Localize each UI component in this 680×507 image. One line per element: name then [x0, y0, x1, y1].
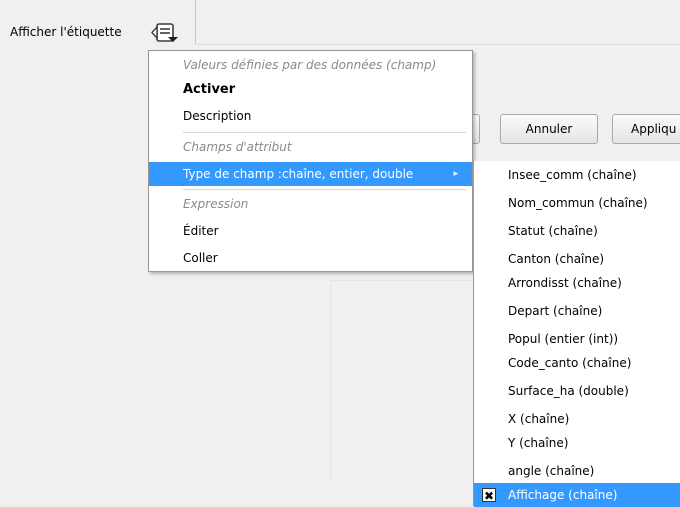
toolbar-divider: [195, 0, 196, 44]
submenu-item-arrondisst[interactable]: Arrondisst (chaîne): [474, 271, 680, 295]
dialog-frame: [330, 280, 473, 481]
data-defined-icon: [151, 23, 178, 42]
submenu-item-affichage[interactable]: ✖ Affichage (chaîne): [474, 483, 680, 507]
submenu-item-insee-comm[interactable]: Insee_comm (chaîne): [474, 163, 680, 187]
submenu-item-affichage-label: Affichage (chaîne): [508, 488, 618, 502]
submenu-item-angle[interactable]: angle (chaîne): [474, 459, 680, 483]
cancel-button[interactable]: Annuler: [500, 114, 598, 144]
menu-item-paste[interactable]: Coller: [149, 246, 472, 270]
menu-header-data-defined: Valeurs définies par des données (champ): [183, 58, 437, 72]
submenu-item-statut[interactable]: Statut (chaîne): [474, 219, 680, 243]
menu-separator: [183, 189, 466, 190]
menu-separator: [183, 132, 466, 133]
submenu-item-y[interactable]: Y (chaîne): [474, 431, 680, 455]
submenu-item-x[interactable]: X (chaîne): [474, 407, 680, 431]
context-menu: Valeurs définies par des données (champ)…: [148, 50, 473, 272]
menu-item-field-type-label: Type de champ :chaîne, entier, double: [183, 167, 414, 181]
menu-item-field-type[interactable]: Type de champ :chaîne, entier, double ▸: [149, 162, 472, 186]
apply-button[interactable]: Appliqu: [612, 114, 680, 144]
checked-icon: ✖: [482, 488, 496, 503]
menu-header-attribute-fields: Champs d'attribut: [183, 140, 292, 154]
submenu-item-popul[interactable]: Popul (entier (int)): [474, 327, 680, 351]
submenu-arrow-icon: ▸: [453, 169, 458, 179]
menu-item-edit[interactable]: Éditer: [149, 219, 472, 243]
menu-item-activate[interactable]: Activer: [149, 78, 472, 102]
submenu-item-code-canto[interactable]: Code_canto (chaîne): [474, 351, 680, 375]
submenu-item-canton[interactable]: Canton (chaîne): [474, 247, 680, 271]
show-label-text: Afficher l'étiquette: [10, 25, 122, 39]
submenu-item-depart[interactable]: Depart (chaîne): [474, 299, 680, 323]
field-submenu: Insee_comm (chaîne) Nom_commun (chaîne) …: [473, 161, 680, 507]
data-defined-override-button[interactable]: [150, 20, 186, 46]
submenu-item-nom-commun[interactable]: Nom_commun (chaîne): [474, 191, 680, 215]
submenu-item-surface-ha[interactable]: Surface_ha (double): [474, 379, 680, 403]
menu-item-description[interactable]: Description: [149, 104, 472, 128]
panel-divider: [196, 44, 680, 45]
menu-header-expression: Expression: [183, 197, 249, 211]
